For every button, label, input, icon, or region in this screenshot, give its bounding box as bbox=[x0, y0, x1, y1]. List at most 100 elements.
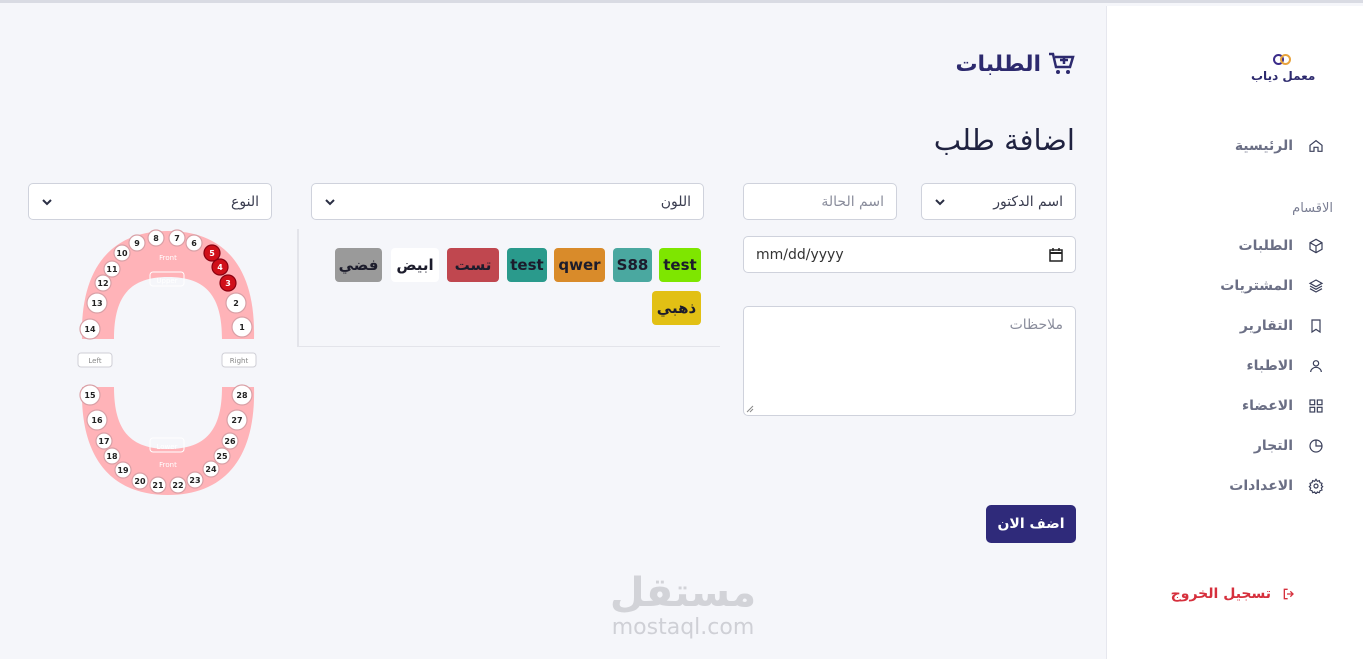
color-chip[interactable]: test bbox=[507, 248, 547, 282]
chevron-down-icon bbox=[934, 196, 946, 208]
case-name-placeholder: اسم الحالة bbox=[821, 193, 884, 210]
nav-reports-label: التقارير bbox=[1239, 318, 1293, 334]
tooth-label-5: 5 bbox=[209, 249, 215, 258]
nav-members-label: الاعضاء bbox=[1242, 398, 1293, 414]
tooth-label-20: 20 bbox=[134, 477, 146, 486]
logout-icon bbox=[1283, 588, 1294, 600]
brand-logo[interactable]: معمل دياب bbox=[1251, 54, 1316, 94]
nav-doctors-label: الاطباء bbox=[1246, 358, 1293, 374]
gear-icon bbox=[1307, 477, 1325, 495]
cart-plus-icon bbox=[1049, 52, 1075, 74]
cube-icon bbox=[1307, 237, 1325, 255]
nav-home[interactable]: الرئيسية bbox=[1235, 134, 1325, 158]
color-chip[interactable]: ابيض bbox=[391, 248, 439, 282]
doctor-select[interactable]: اسم الدكتور bbox=[921, 183, 1076, 220]
date-input[interactable]: mm/dd/yyyy bbox=[743, 236, 1076, 273]
logo-icon bbox=[1273, 54, 1291, 66]
brand-name: معمل دياب bbox=[1251, 69, 1316, 83]
right-label: Right bbox=[230, 357, 249, 365]
tooth-label-13: 13 bbox=[91, 299, 102, 308]
date-value: mm/dd/yyyy bbox=[756, 246, 844, 263]
resize-handle[interactable] bbox=[746, 405, 754, 413]
front-label-lower: Front bbox=[159, 461, 177, 469]
submit-button[interactable]: اضف الان bbox=[986, 505, 1076, 543]
color-chip[interactable]: فضي bbox=[335, 248, 382, 282]
tooth-label-21: 21 bbox=[152, 481, 164, 490]
notes-textarea[interactable]: ملاحظات bbox=[743, 306, 1076, 416]
nav-doctors[interactable]: الاطباء bbox=[1246, 354, 1325, 378]
tooth-label-8: 8 bbox=[153, 234, 159, 243]
nav-orders[interactable]: الطلبات bbox=[1239, 234, 1325, 258]
sections-label: الاقسام bbox=[1292, 201, 1333, 216]
tooth-label-12: 12 bbox=[97, 279, 108, 288]
nav-home-label: الرئيسية bbox=[1234, 138, 1293, 154]
tooth-label-23: 23 bbox=[189, 476, 200, 485]
color-chip[interactable]: ذهبي bbox=[652, 291, 701, 325]
page-heading: الطلبات bbox=[955, 51, 1075, 77]
tooth-label-28: 28 bbox=[236, 391, 248, 400]
user-icon bbox=[1307, 357, 1325, 375]
tooth-label-3: 3 bbox=[225, 279, 231, 288]
bookmark-icon bbox=[1307, 317, 1325, 335]
grid-icon bbox=[1307, 397, 1325, 415]
tooth-label-6: 6 bbox=[191, 239, 197, 248]
tooth-label-9: 9 bbox=[134, 239, 140, 248]
form-title: اضافة طلب bbox=[933, 123, 1075, 157]
tooth-label-7: 7 bbox=[174, 234, 180, 243]
color-chip[interactable]: S88 bbox=[613, 248, 652, 282]
layers-icon bbox=[1307, 277, 1325, 295]
tooth-label-1: 1 bbox=[239, 323, 245, 332]
watermark-url: mostaql.com bbox=[611, 615, 755, 640]
tooth-label-2: 2 bbox=[233, 299, 239, 308]
notes-placeholder: ملاحظات bbox=[1009, 317, 1063, 333]
nav-merchants[interactable]: التجار bbox=[1254, 434, 1325, 458]
nav-purchases[interactable]: المشتريات bbox=[1220, 274, 1325, 298]
left-label: Left bbox=[88, 357, 101, 365]
tooth-label-24: 24 bbox=[205, 465, 217, 474]
tooth-label-17: 17 bbox=[98, 437, 109, 446]
watermark-arabic: مستقل bbox=[609, 570, 757, 616]
tooth-label-22: 22 bbox=[172, 481, 183, 490]
nav-members[interactable]: الاعضاء bbox=[1242, 394, 1325, 418]
tooth-label-11: 11 bbox=[106, 265, 118, 274]
chevron-down-icon bbox=[324, 196, 336, 208]
tooth-label-16: 16 bbox=[91, 416, 103, 425]
nav-merchants-label: التجار bbox=[1253, 438, 1293, 454]
case-name-input[interactable]: اسم الحالة bbox=[743, 183, 897, 220]
tooth-label-15: 15 bbox=[84, 391, 96, 400]
color-select[interactable]: اللون bbox=[311, 183, 704, 220]
type-select-value: النوع bbox=[231, 193, 259, 210]
chevron-down-icon bbox=[41, 196, 53, 208]
pie-chart-icon bbox=[1307, 437, 1325, 455]
logout-label: تسجيل الخروج bbox=[1170, 586, 1271, 602]
nav-settings-label: الاعدادات bbox=[1229, 478, 1293, 494]
color-chip[interactable]: تست bbox=[447, 248, 499, 282]
tooth-label-25: 25 bbox=[216, 452, 228, 461]
tooth-label-4: 4 bbox=[217, 263, 223, 272]
color-select-value: اللون bbox=[660, 193, 691, 210]
nav-purchases-label: المشتريات bbox=[1220, 278, 1293, 294]
front-label-upper: Front bbox=[159, 254, 177, 262]
color-options-panel: test S88 qwer test تست ابيض فضي ذهبي bbox=[297, 229, 720, 347]
nav-reports[interactable]: التقارير bbox=[1240, 314, 1325, 338]
logout-button[interactable]: تسجيل الخروج bbox=[1171, 586, 1297, 602]
tooth-label-18: 18 bbox=[106, 452, 118, 461]
tooth-label-19: 19 bbox=[117, 466, 129, 475]
tooth-label-27: 27 bbox=[231, 416, 242, 425]
nav-orders-label: الطلبات bbox=[1238, 238, 1293, 254]
teeth-chart-svg[interactable]: 1234567891011121314151617181920 21 2223242… bbox=[72, 227, 264, 503]
watermark: مستقل mostaql.com bbox=[598, 571, 768, 641]
nav-settings[interactable]: الاعدادات bbox=[1229, 474, 1325, 498]
type-select[interactable]: النوع bbox=[28, 183, 272, 220]
home-icon bbox=[1307, 137, 1325, 155]
tooth-label-14: 14 bbox=[84, 325, 96, 334]
lower-label: Lower bbox=[157, 443, 178, 451]
tooth-label-26: 26 bbox=[224, 437, 236, 446]
color-chip[interactable]: test bbox=[659, 248, 701, 282]
color-chip[interactable]: qwer bbox=[554, 248, 605, 282]
tooth-label-10: 10 bbox=[116, 249, 128, 258]
teeth-chart[interactable]: 1 2 3 4 5 6 7 8 9 10 11 12 13 14 15 16 17 18 19 20 21 22 23 24 2… bbox=[72, 227, 264, 503]
upper-label: Upper bbox=[156, 277, 177, 285]
calendar-icon[interactable] bbox=[1049, 247, 1063, 262]
page-title: الطلبات bbox=[955, 51, 1041, 77]
